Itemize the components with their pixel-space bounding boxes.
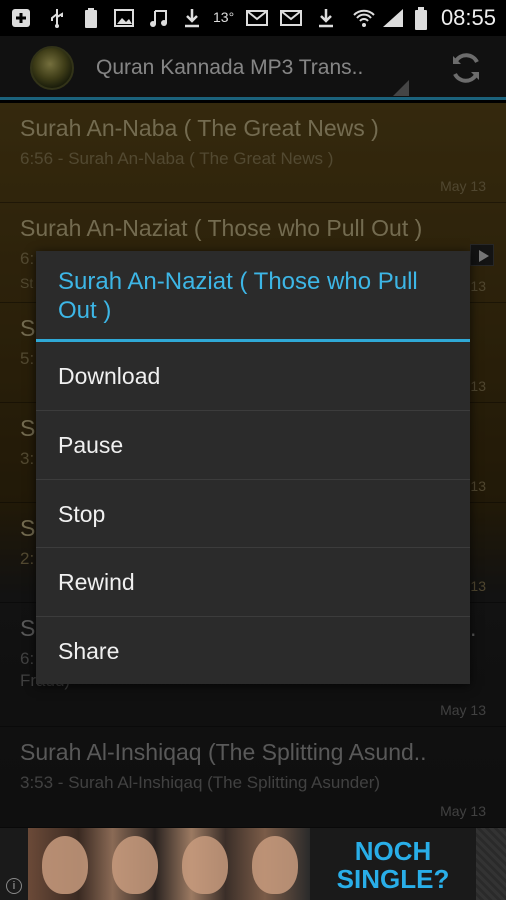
signal-icon [381, 7, 403, 29]
email-icon [280, 7, 302, 29]
usb-icon [46, 7, 68, 29]
menu-item-pause[interactable]: Pause [36, 410, 470, 478]
ad-banner[interactable]: NOCH SINGLE? i [0, 828, 506, 900]
ad-side-pattern [476, 828, 506, 900]
menu-item-download[interactable]: Download [36, 342, 470, 410]
menu-item-rewind[interactable]: Rewind [36, 547, 470, 615]
ad-info-icon[interactable]: i [6, 878, 22, 894]
status-bar: 13° 08:55 [0, 0, 506, 36]
add-box-icon [10, 7, 32, 29]
temperature-label: 13° [213, 9, 235, 25]
email-icon [246, 7, 268, 29]
download-icon [315, 7, 337, 29]
ad-line-1: NOCH [354, 836, 432, 866]
menu-item-label: Rewind [58, 569, 135, 595]
clock: 08:55 [440, 5, 496, 30]
context-menu-dialog: Surah An-Naziat ( Those who Pull Out ) D… [36, 251, 470, 684]
menu-item-label: Pause [58, 432, 124, 458]
ad-photos [28, 828, 310, 900]
download-icon [181, 7, 203, 29]
dialog-title: Surah An-Naziat ( Those who Pull Out ) [58, 268, 418, 324]
menu-item-stop[interactable]: Stop [36, 479, 470, 547]
battery-icon [410, 7, 432, 30]
menu-item-label: Stop [58, 501, 106, 527]
menu-item-label: Download [58, 363, 161, 389]
wifi-icon [352, 7, 375, 29]
image-icon [113, 7, 135, 29]
ad-line-2: SINGLE? [336, 864, 450, 894]
menu-item-label: Share [58, 638, 120, 664]
battery-full-icon [80, 7, 102, 29]
ad-promo: NOCH SINGLE? [310, 828, 476, 900]
menu-item-share[interactable]: Share [36, 616, 470, 684]
music-note-icon [147, 7, 169, 29]
